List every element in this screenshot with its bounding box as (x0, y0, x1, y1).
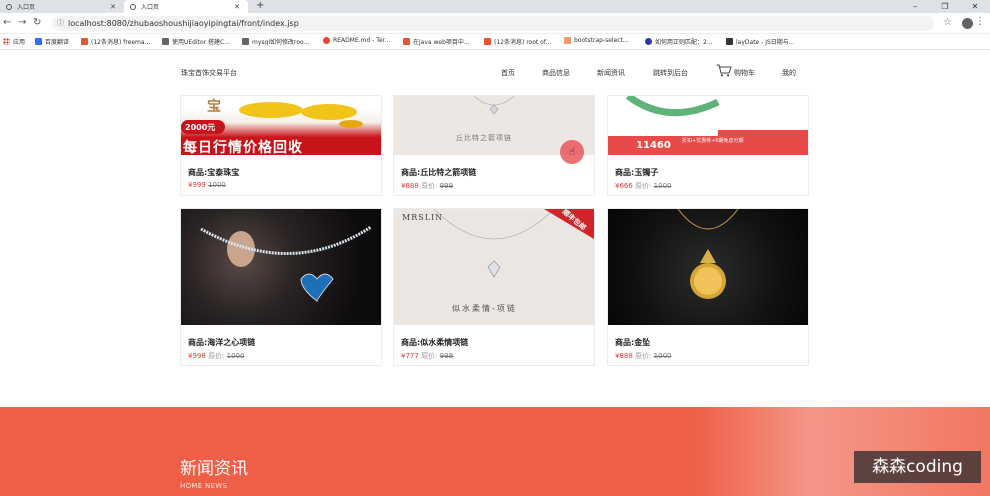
product-card[interactable]: MRSLIN 顺丰包邮 似水柔情-项链 商品:似水柔情项链 ¥777 原价: 9… (393, 208, 595, 366)
bookmark-favicon (564, 37, 571, 44)
bookmark-item[interactable]: mysql如何修改roo... (242, 37, 309, 46)
product-price: ¥777 原价: 999 (401, 352, 454, 360)
bookmark-item[interactable]: (12条消息) root of... (484, 37, 551, 46)
tab-strip: 入口页 ✕ 入口页 ✕ + – ❐ ✕ (0, 0, 990, 13)
reload-icon[interactable]: ↻ (33, 17, 41, 28)
tab-1-title: 入口页 (17, 4, 36, 11)
gold-pendant-graphic (677, 209, 739, 299)
url-input[interactable]: ⓘ localhost:8080/zhubaoshoushijiaoyiping… (52, 16, 934, 31)
nav-home[interactable]: 首页 (501, 68, 515, 78)
nav-products[interactable]: 商品信息 (542, 68, 570, 78)
close-icon[interactable]: ✕ (110, 3, 116, 11)
image-caption: 似水柔情-项链 (452, 304, 517, 313)
image-caption: 11460 (636, 140, 671, 151)
globe-icon (6, 3, 12, 10)
apps-icon (3, 38, 10, 45)
info-icon: ⓘ (57, 19, 64, 27)
nav-mine[interactable]: 我的 (782, 68, 796, 78)
bookmark-favicon (323, 37, 330, 44)
tab-2-title: 入口页 (141, 4, 160, 11)
bookmark-item[interactable]: 使用UEditor 搭建C... (162, 37, 230, 46)
nav-cart[interactable]: 购物车 (734, 68, 755, 78)
bookmark-favicon (403, 38, 410, 45)
bookmark-favicon (81, 38, 88, 45)
bookmark-item[interactable]: 百度翻译 (35, 37, 69, 46)
image-caption: 丘比特之箭项链 (456, 134, 512, 142)
bookmark-item[interactable]: bootstrap-select... (564, 37, 629, 44)
news-title: 新闻资讯 (180, 459, 248, 479)
menu-icon[interactable]: ⋮ (975, 16, 985, 27)
site-header: 珠宝首饰交易平台 首页 商品信息 新闻资讯 跳转到后台 购物车 我的 (0, 50, 990, 95)
necklace-graphic (200, 225, 372, 302)
bookmark-item[interactable]: (12条消息) freema... (81, 37, 150, 46)
bookmark-item[interactable]: layDate - JS日期与... (726, 37, 795, 46)
minimize-icon[interactable]: – (900, 0, 930, 13)
nav-admin[interactable]: 跳转到后台 (653, 68, 688, 78)
hand-cursor-icon: ☝ (569, 147, 576, 158)
product-image: 11460 折扣+优惠券+6期免息分期 (608, 96, 808, 155)
bookmark-item[interactable]: 如何用正则匹配：2... (645, 37, 713, 46)
maximize-icon[interactable]: ❐ (930, 0, 960, 13)
tab-1[interactable]: 入口页 ✕ (0, 0, 124, 13)
news-section: 新闻资讯 HOME NEWS (0, 407, 990, 496)
banner-text: 每日行情价格回收 (183, 140, 303, 155)
bookmark-favicon (242, 38, 249, 45)
address-bar: ← → ↻ ⓘ localhost:8080/zhubaoshoushijiao… (0, 13, 990, 34)
product-price: ¥888 原价: 1000 (615, 352, 672, 360)
product-image (608, 209, 808, 325)
product-card[interactable]: 商品:金坠 ¥888 原价: 1000 (607, 208, 809, 366)
close-window-icon[interactable]: ✕ (960, 0, 990, 13)
site-brand[interactable]: 珠宝首饰交易平台 (181, 68, 237, 78)
banner-text: 宝 (207, 99, 221, 115)
url-text: localhost:8080/zhubaoshoushijiaoyipingta… (68, 19, 299, 28)
bookmark-item[interactable]: 在java web项目中... (403, 37, 470, 46)
bookmark-apps[interactable]: 应用 (3, 37, 25, 46)
product-price: ¥999 1000 (188, 181, 226, 189)
profile-icon[interactable] (962, 18, 973, 29)
window-controls: – ❐ ✕ (900, 0, 990, 13)
product-image: MRSLIN 顺丰包邮 似水柔情-项链 (394, 209, 594, 325)
product-name[interactable]: 商品:海洋之心项链 (188, 337, 381, 348)
bookmark-favicon (35, 38, 42, 45)
bookmark-favicon (726, 38, 733, 45)
product-name[interactable]: 商品:丘比特之箭项链 (401, 167, 594, 178)
globe-icon (130, 3, 136, 10)
close-icon[interactable]: ✕ (234, 3, 240, 11)
tab-2[interactable]: 入口页 ✕ (124, 0, 248, 13)
product-image: 宝 2000元 每日行情价格回收 (181, 96, 381, 155)
bookmark-favicon (162, 38, 169, 45)
watermark: 森森coding (854, 451, 981, 483)
banner-text: 2000元 (185, 123, 216, 132)
back-icon[interactable]: ← (3, 17, 11, 28)
product-name[interactable]: 商品:金坠 (615, 337, 808, 348)
product-image (181, 209, 381, 325)
bookmark-favicon (484, 38, 491, 45)
cart-icon[interactable] (716, 64, 732, 77)
product-name[interactable]: 商品:似水柔情项链 (401, 337, 594, 348)
brand-logo-text: MRSLIN (402, 213, 444, 222)
bookmark-item[interactable]: README.md - Ter... (323, 37, 390, 44)
product-card[interactable]: 11460 折扣+优惠券+6期免息分期 商品:玉镯子 ¥666 原价: 1000 (607, 95, 809, 196)
bookmark-favicon (645, 38, 652, 45)
nav-news[interactable]: 新闻资讯 (597, 68, 625, 78)
product-card[interactable]: 商品:海洋之心项链 ¥998 原价: 1000 (180, 208, 382, 366)
product-name[interactable]: 商品:玉镯子 (615, 167, 808, 178)
new-tab-icon[interactable]: + (256, 0, 264, 12)
bookmark-star-icon[interactable]: ☆ (943, 17, 952, 28)
news-subtitle: HOME NEWS (180, 482, 228, 490)
product-card[interactable]: 宝 2000元 每日行情价格回收 商品:宝泰珠宝 ¥999 1000 (180, 95, 382, 196)
image-caption: 折扣+优惠券+6期免息分期 (682, 138, 744, 144)
product-price: ¥888 原价: 999 (401, 182, 454, 190)
forward-icon[interactable]: → (18, 17, 26, 28)
product-price: ¥998 原价: 1000 (188, 352, 245, 360)
product-name[interactable]: 商品:宝泰珠宝 (188, 167, 381, 178)
bookmarks-bar: 应用 百度翻译 (12条消息) freema... 使用UEditor 搭建C.… (0, 34, 990, 50)
product-price: ¥666 原价: 1000 (615, 182, 672, 190)
